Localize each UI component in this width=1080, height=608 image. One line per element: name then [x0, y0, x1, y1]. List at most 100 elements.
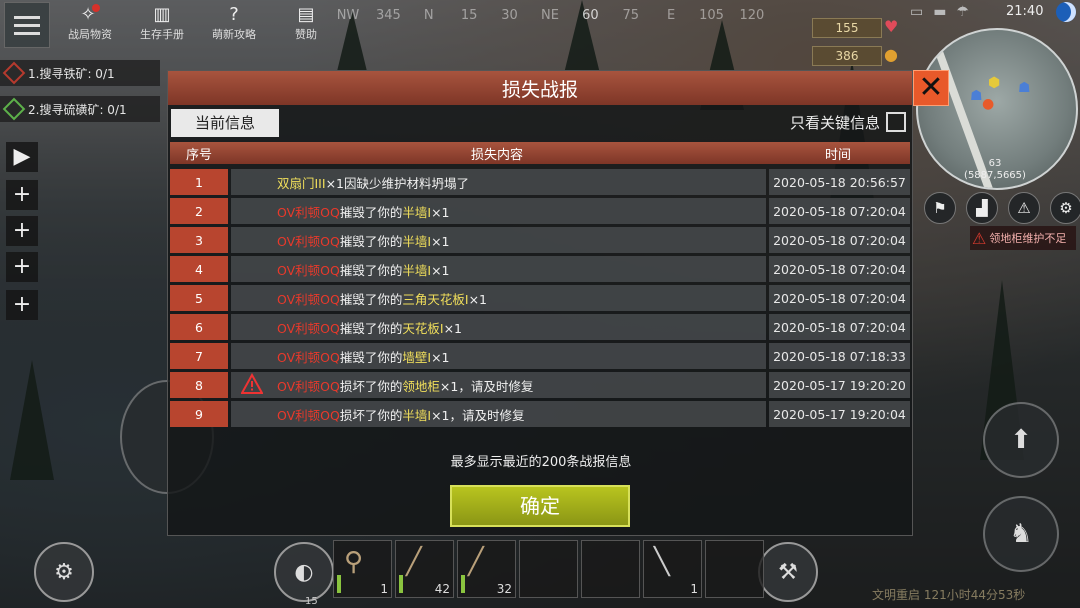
- row-index: 8: [170, 372, 228, 398]
- menu-item-newbie-guide[interactable]: ? 萌新攻略: [198, 0, 270, 52]
- row-actor: OV利顿OQ: [277, 378, 340, 394]
- row-actor: OV利顿OQ: [277, 407, 340, 423]
- warning-triangle-icon: ⚠: [972, 228, 987, 248]
- table-row: 6 OV利顿OQ摧毁了你的天花板I×1 2020-05-18 07:20:04: [170, 314, 910, 340]
- backpack-button[interactable]: ◐: [274, 542, 334, 602]
- warning-icon[interactable]: ⚠: [1008, 192, 1040, 224]
- hotbar-slot[interactable]: [705, 540, 764, 598]
- row-content: OV利顿OQ摧毁了你的墙壁I×1: [231, 343, 766, 369]
- heart-plus-icon: ♥: [884, 17, 899, 36]
- add-icon[interactable]: +: [6, 216, 38, 246]
- add-icon[interactable]: +: [6, 252, 38, 282]
- row-content: OV利顿OQ摧毁了你的半墙I×1: [231, 198, 766, 224]
- report-note: 最多显示最近的200条战报信息: [450, 455, 632, 470]
- map-settings-button[interactable]: ⚙: [34, 542, 94, 602]
- health-bar: 155: [812, 18, 882, 38]
- quest-item[interactable]: 2.搜寻硫磺矿: 0/1: [0, 96, 160, 122]
- row-item: 天花板I: [402, 320, 444, 336]
- food-bar: 386: [812, 46, 882, 66]
- header-content: 损失内容: [470, 147, 523, 163]
- row-item: 领地柜: [402, 378, 440, 394]
- hotbar-slot[interactable]: ⚲ 1: [333, 540, 392, 598]
- row-time: 2020-05-18 07:18:33: [769, 343, 910, 369]
- dialog-title: 损失战报: [168, 71, 912, 105]
- row-rest: ×1: [431, 349, 450, 365]
- build-icon[interactable]: ▟: [966, 192, 998, 224]
- row-actor: OV利顿OQ: [277, 349, 340, 365]
- row-actor: OV利顿OQ: [277, 262, 340, 278]
- hotbar-slot[interactable]: [581, 540, 640, 598]
- location-marker-icon: ●: [982, 96, 995, 112]
- row-index: 3: [170, 227, 228, 253]
- hotbar-slot[interactable]: ╱ 32: [457, 540, 516, 598]
- row-actor: OV利顿OQ: [277, 233, 340, 249]
- quest-diamond-icon: [2, 61, 26, 85]
- tab-current-info[interactable]: 当前信息: [171, 109, 279, 137]
- hotbar: ⚲ 1 ╱ 42 ╱ 32 ╲ 1: [333, 540, 764, 598]
- row-rest: ×1: [468, 291, 487, 307]
- row-content: OV利顿OQ摧毁了你的半墙I×1: [231, 256, 766, 282]
- key-info-filter[interactable]: 只看关键信息: [790, 109, 906, 135]
- row-verb: 摧毁了你的: [339, 320, 403, 336]
- row-item: 三角天花板I: [402, 291, 469, 307]
- help-icon: ?: [229, 4, 239, 25]
- food-plus-icon: ●: [884, 45, 898, 64]
- table-body: 1 双扇门III×1因缺少维护材料坍塌了 2020-05-18 20:56:57 2 O…: [170, 169, 910, 430]
- menu-item-battle-supplies[interactable]: ✧ 战局物资: [54, 0, 126, 52]
- base-marker-icon: ⬢: [988, 75, 1001, 91]
- maintenance-warning[interactable]: ⚠ 领地柜维护不足: [970, 226, 1076, 250]
- player-marker-icon: ☗: [970, 88, 983, 104]
- close-icon[interactable]: ✕: [913, 70, 949, 106]
- hotbar-slot[interactable]: [519, 540, 578, 598]
- row-rest: ×1: [431, 233, 450, 249]
- map-gear-icon: ⚙: [54, 559, 74, 585]
- row-actor: OV利顿OQ: [277, 204, 340, 220]
- header-index: 序号: [185, 147, 212, 163]
- row-content: 双扇门III×1因缺少维护材料坍塌了: [231, 169, 766, 195]
- play-icon[interactable]: ▶: [6, 142, 38, 172]
- menu-item-survival-guide[interactable]: ▥ 生存手册: [126, 0, 198, 52]
- row-verb: 摧毁了你的: [339, 262, 403, 278]
- boat-icon: ▭: [910, 4, 924, 20]
- row-verb: 摧毁了你的: [339, 291, 403, 307]
- table-row: 9 OV利顿OQ损坏了你的半墙I×1，请及时修复 2020-05-17 19:20:…: [170, 401, 910, 427]
- hotbar-slot[interactable]: ╲ 1: [643, 540, 702, 598]
- hotbar-number: 15: [305, 596, 318, 607]
- quest-item[interactable]: 1.搜寻铁矿: 0/1: [0, 60, 160, 86]
- flag-icon[interactable]: ⚑: [924, 192, 956, 224]
- crouch-button[interactable]: ♞: [983, 496, 1059, 572]
- restart-timer: 文明重启 121小时44分53秒: [872, 588, 1026, 602]
- main-menu-button[interactable]: [4, 2, 50, 48]
- add-icon[interactable]: +: [6, 290, 38, 320]
- clock: 21:40: [1006, 4, 1044, 19]
- row-verb: 摧毁了你的: [339, 349, 403, 365]
- warning-triangle-icon: [241, 373, 263, 394]
- row-verb: 摧毁了你的: [339, 204, 403, 220]
- craft-button[interactable]: ⚒: [758, 542, 818, 602]
- hotbar-slot[interactable]: ╱ 42: [395, 540, 454, 598]
- jump-button[interactable]: ⬆: [983, 402, 1059, 478]
- top-menu: ✧ 战局物资 ▥ 生存手册 ? 萌新攻略 ▤ 赞助: [0, 0, 342, 52]
- status-icons: ▭ ▬ ☂: [910, 4, 969, 20]
- add-icon[interactable]: +: [6, 180, 38, 210]
- row-time: 2020-05-18 07:20:04: [769, 198, 910, 224]
- key-info-checkbox[interactable]: [886, 112, 906, 132]
- row-time: 2020-05-18 07:20:04: [769, 314, 910, 340]
- loss-report-dialog: 损失战报 当前信息 只看关键信息 序号 损失内容 时间 1 双扇门III×1因缺少…: [167, 70, 913, 536]
- table-header: 序号 损失内容 时间: [170, 142, 910, 164]
- row-index: 4: [170, 256, 228, 282]
- row-item: 半墙I: [402, 204, 432, 220]
- row-item: 半墙I: [402, 407, 432, 423]
- row-actor: OV利顿OQ: [277, 291, 340, 307]
- row-item: 墙壁I: [402, 349, 432, 365]
- header-time: 时间: [824, 147, 851, 163]
- party-popper-icon: ✧: [54, 4, 126, 26]
- table-row: 1 双扇门III×1因缺少维护材料坍塌了 2020-05-18 20:56:57: [170, 169, 910, 195]
- parachute-icon: ☂: [956, 4, 970, 20]
- row-time: 2020-05-17 19:20:20: [769, 372, 910, 398]
- quest-check-icon: [2, 97, 26, 121]
- confirm-button[interactable]: 确定: [450, 485, 630, 527]
- table-row: 4 OV利顿OQ摧毁了你的半墙I×1 2020-05-18 07:20:04: [170, 256, 910, 282]
- settings-gear-icon[interactable]: ⚙: [1050, 192, 1080, 224]
- table-row: 2 OV利顿OQ摧毁了你的半墙I×1 2020-05-18 07:20:04: [170, 198, 910, 224]
